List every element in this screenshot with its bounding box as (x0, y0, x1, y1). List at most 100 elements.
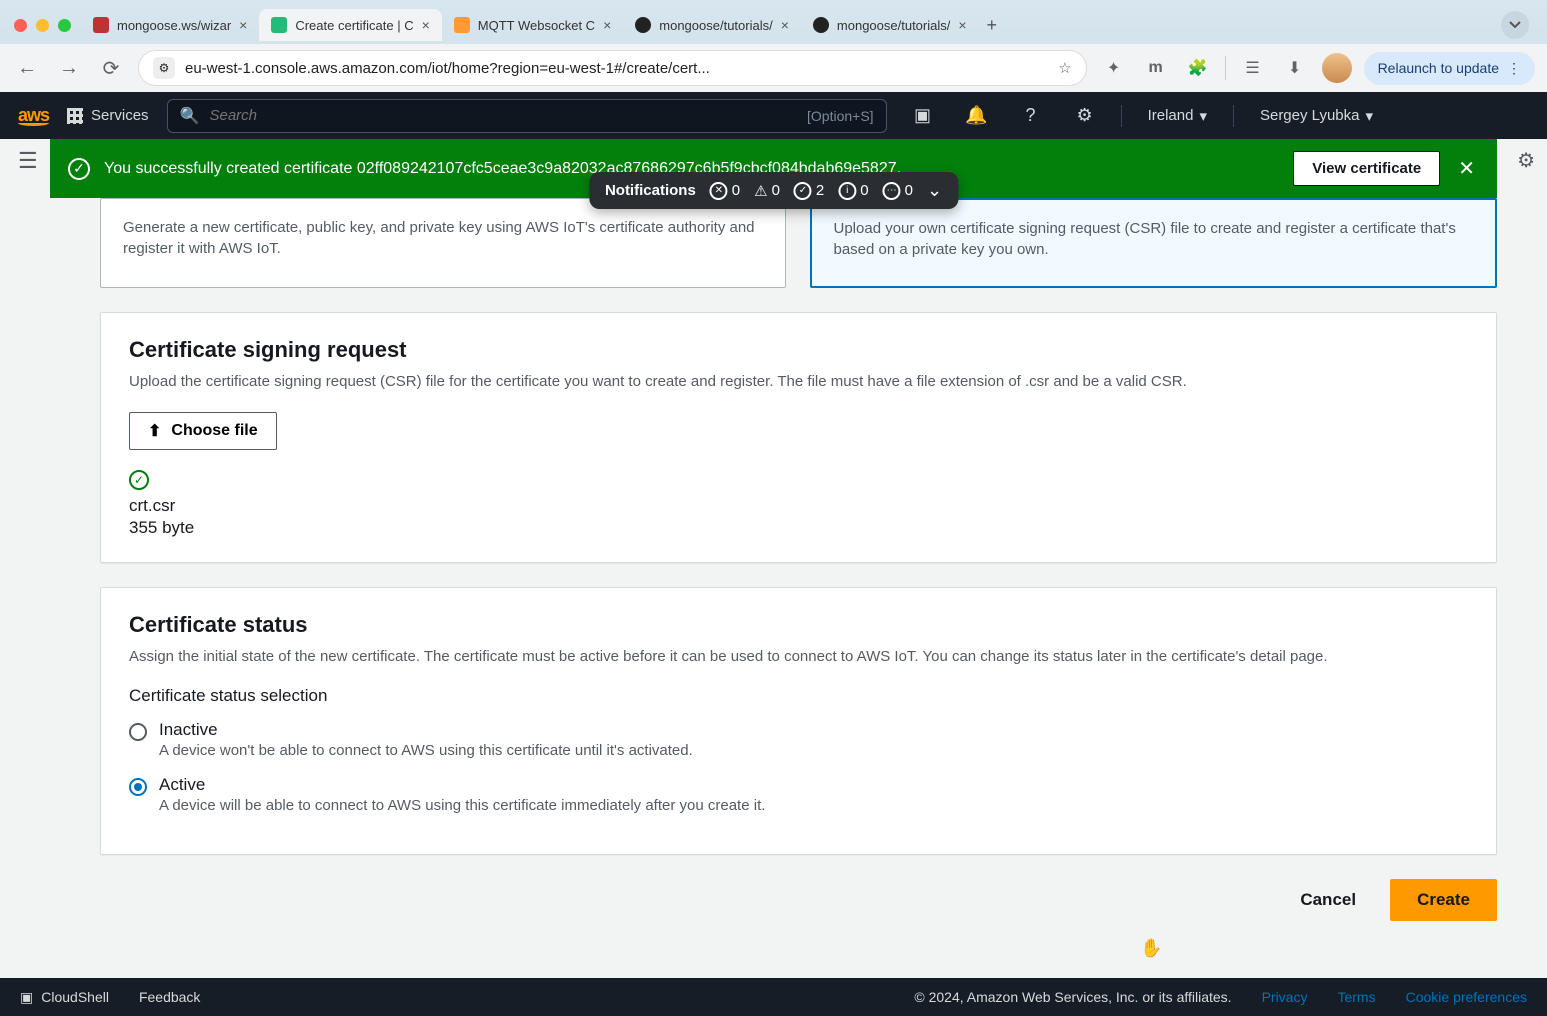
maximize-window-button[interactable] (58, 19, 71, 32)
chevron-down-icon[interactable]: ⌄ (927, 180, 942, 201)
status-heading: Certificate status (129, 612, 1468, 638)
info-icon: i (838, 182, 856, 200)
feedback-label: Feedback (139, 989, 200, 1005)
services-button[interactable]: Services (67, 107, 149, 124)
sidebar-toggle[interactable]: ☰ (18, 148, 38, 174)
url-input[interactable]: ⚙ eu-west-1.console.aws.amazon.com/iot/h… (138, 50, 1087, 86)
option-desc: Upload your own certificate signing requ… (834, 218, 1474, 260)
aws-logo[interactable]: aws (18, 105, 49, 126)
tab-bar: mongoose.ws/wizar × Create certificate |… (0, 0, 1547, 44)
relaunch-button[interactable]: Relaunch to update ⋮ (1364, 52, 1535, 85)
radio-button-checked[interactable] (129, 778, 147, 796)
profile-avatar[interactable] (1322, 53, 1352, 83)
region-selector[interactable]: Ireland ▾ (1140, 107, 1215, 125)
star-icon[interactable]: ☆ (1058, 59, 1071, 77)
warning-icon: ⚠ (754, 182, 767, 200)
notifications-icon[interactable]: 🔔 (959, 98, 995, 134)
terms-link[interactable]: Terms (1337, 989, 1375, 1005)
status-panel: Certificate status Assign the initial st… (100, 587, 1497, 856)
extensions-button[interactable]: 🧩 (1183, 53, 1213, 83)
radio-button[interactable] (129, 723, 147, 741)
site-info-icon[interactable]: ⚙ (153, 57, 175, 79)
radio-label: Inactive (159, 720, 693, 740)
region-label: Ireland (1148, 107, 1194, 124)
csr-heading: Certificate signing request (129, 337, 1468, 363)
tab-title: mongoose/tutorials/ (837, 18, 950, 33)
notifications-label: Notifications (605, 182, 696, 199)
status-desc: Assign the initial state of the new cert… (129, 646, 1468, 669)
check-circle-icon: ✓ (129, 470, 149, 490)
aws-footer: ▣ CloudShell Feedback © 2024, Amazon Web… (0, 978, 1547, 1016)
uploaded-filename: crt.csr (129, 496, 1468, 516)
radio-inactive[interactable]: Inactive A device won't be able to conne… (129, 720, 1468, 759)
browser-chrome: mongoose.ws/wizar × Create certificate |… (0, 0, 1547, 92)
copyright-text: © 2024, Amazon Web Services, Inc. or its… (914, 989, 1231, 1005)
close-tab-icon[interactable]: × (958, 17, 966, 33)
downloads-icon[interactable]: ⬇ (1280, 53, 1310, 83)
reload-button[interactable]: ⟳ (96, 53, 126, 83)
user-menu[interactable]: Sergey Lyubka ▾ (1252, 107, 1381, 125)
new-tab-button[interactable]: + (979, 7, 1006, 44)
search-icon: 🔍 (180, 106, 200, 126)
notif-count: 0 (905, 182, 913, 199)
github-icon (813, 17, 829, 33)
browser-tab[interactable]: mongoose/tutorials/ × (801, 9, 979, 41)
browser-tab-active[interactable]: Create certificate | C × (259, 9, 441, 41)
grid-icon (67, 108, 83, 124)
search-hint: [Option+S] (807, 108, 874, 124)
close-window-button[interactable] (14, 19, 27, 32)
view-certificate-button[interactable]: View certificate (1293, 151, 1440, 186)
extension-icon[interactable]: m (1141, 53, 1171, 83)
forward-button[interactable]: → (54, 53, 84, 83)
browser-tab[interactable]: MQTT Websocket C × (442, 9, 623, 41)
favicon-icon (271, 17, 287, 33)
minimize-window-button[interactable] (36, 19, 49, 32)
cursor-icon: ✋ (1140, 938, 1162, 959)
settings-icon[interactable]: ⚙ (1067, 98, 1103, 134)
check-circle-icon: ✓ (68, 158, 90, 180)
choose-file-button[interactable]: ⬆ Choose file (129, 412, 277, 450)
cloudshell-link[interactable]: ▣ CloudShell (20, 989, 109, 1006)
cloudshell-icon[interactable]: ▣ (905, 98, 941, 134)
caret-down-icon: ▾ (1365, 107, 1373, 125)
notif-count: 2 (816, 182, 824, 199)
option-auto-generate[interactable]: Generate a new certificate, public key, … (100, 198, 786, 288)
close-tab-icon[interactable]: × (422, 17, 430, 33)
caret-down-icon: ▾ (1199, 107, 1207, 125)
uploaded-filesize: 355 byte (129, 518, 1468, 538)
relaunch-label: Relaunch to update (1378, 60, 1499, 76)
notif-count: 0 (772, 182, 780, 199)
close-tab-icon[interactable]: × (603, 17, 611, 33)
tab-title: mongoose/tutorials/ (659, 18, 772, 33)
notifications-popover[interactable]: Notifications ✕0 ⚠0 ✓2 i0 ⋯0 ⌄ (589, 172, 958, 209)
browser-tab[interactable]: mongoose.ws/wizar × (81, 9, 259, 41)
cloudshell-label: CloudShell (41, 989, 109, 1005)
privacy-link[interactable]: Privacy (1262, 989, 1308, 1005)
option-upload-csr[interactable]: Upload your own certificate signing requ… (810, 198, 1498, 288)
browser-tab[interactable]: mongoose/tutorials/ × (623, 9, 801, 41)
tab-overflow-button[interactable] (1501, 11, 1529, 39)
action-row: Cancel Create (100, 879, 1497, 941)
option-desc: Generate a new certificate, public key, … (123, 217, 763, 259)
search-input[interactable] (209, 107, 797, 124)
terminal-icon: ▣ (20, 989, 33, 1006)
cancel-button[interactable]: Cancel (1280, 879, 1376, 921)
cookies-link[interactable]: Cookie preferences (1406, 989, 1527, 1005)
close-tab-icon[interactable]: × (781, 17, 789, 33)
search-box[interactable]: 🔍 [Option+S] (167, 99, 887, 133)
feedback-link[interactable]: Feedback (139, 989, 200, 1005)
csr-panel: Certificate signing request Upload the c… (100, 312, 1497, 563)
url-text: eu-west-1.console.aws.amazon.com/iot/hom… (185, 60, 1048, 77)
radio-desc: A device won't be able to connect to AWS… (159, 742, 693, 759)
close-tab-icon[interactable]: × (239, 17, 247, 33)
page-settings-icon[interactable]: ⚙ (1517, 148, 1535, 173)
back-button[interactable]: ← (12, 53, 42, 83)
create-button[interactable]: Create (1390, 879, 1497, 921)
help-icon[interactable]: ? (1013, 98, 1049, 134)
radio-active[interactable]: Active A device will be able to connect … (129, 775, 1468, 814)
reading-list-icon[interactable]: ☰ (1238, 53, 1268, 83)
close-flash-icon[interactable]: ✕ (1454, 152, 1479, 185)
extension-icon[interactable]: ✦ (1099, 53, 1129, 83)
address-bar: ← → ⟳ ⚙ eu-west-1.console.aws.amazon.com… (0, 44, 1547, 92)
more-icon: ⋮ (1507, 60, 1521, 77)
